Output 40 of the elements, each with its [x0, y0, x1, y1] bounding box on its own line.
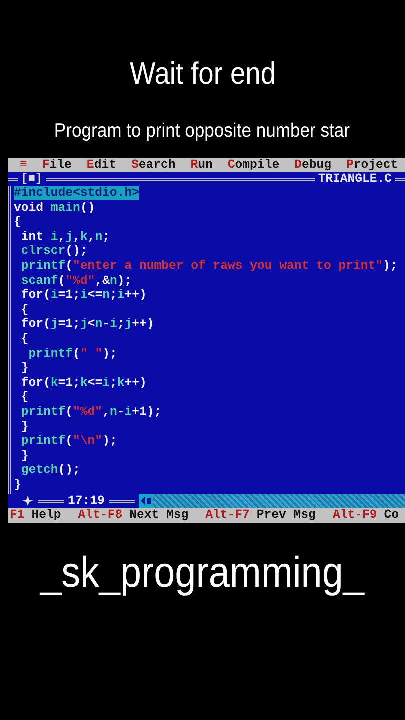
menu-item[interactable]: Search [131, 158, 176, 172]
shortcut-hint: F1 Help [10, 508, 62, 524]
system-menu[interactable]: ≡ [20, 158, 28, 172]
code-line: for(i=1;i<=n;i++) [20, 288, 147, 303]
shortcut-hint: Alt-F7 Prev Msg [206, 508, 316, 524]
code-line: for(k=1;k<=i;k++) [20, 376, 147, 390]
code-line: printf(" "); [28, 346, 118, 362]
window-title: TRIANGLE.C [318, 172, 392, 186]
menu-item[interactable]: Compile [228, 158, 280, 172]
code-line: } [14, 478, 22, 492]
code-line: void main() [14, 200, 96, 216]
menu-item[interactable]: Debug [294, 158, 332, 172]
horizontal-scrollbar[interactable] [138, 494, 405, 508]
shortcut-hint: Alt-F9 Co [332, 508, 399, 524]
code-line: printf("enter a number of raws you want to print"); [20, 258, 398, 274]
menu-item[interactable]: File [42, 158, 72, 172]
shortcut-hint: Alt-F8 Next Msg [78, 508, 189, 524]
code-line: } [20, 420, 29, 434]
code-line: scanf("%d",&n); [20, 274, 132, 288]
close-box[interactable]: [■] [21, 172, 43, 186]
channel-name: _sk_programming_ [39, 549, 366, 598]
code-line: { [20, 332, 29, 347]
caption-subheading: Program to print opposite number star [54, 119, 350, 144]
caption-heading: Wait for end [129, 55, 276, 93]
menu-item[interactable]: Run [190, 158, 213, 172]
code-line: { [14, 215, 22, 230]
code-line: getch(); [20, 463, 80, 478]
code-line: int i,j,k,n; [20, 230, 110, 244]
menu-item[interactable]: Edit [86, 158, 116, 172]
cursor-position: 17:19 [68, 494, 105, 508]
code-line: for(j=1;j<n-i;j++) [20, 317, 154, 332]
code-line: } [20, 448, 29, 464]
code-line: printf("\n"); [20, 434, 118, 449]
code-line: { [20, 302, 29, 318]
menu-item[interactable]: Project [346, 158, 398, 172]
code-line: printf("%d",n-i+1); [20, 404, 162, 420]
star-icon [22, 496, 34, 506]
code-line: } [20, 361, 29, 376]
code-line: clrscr(); [20, 244, 88, 259]
code-line: { [20, 390, 29, 405]
